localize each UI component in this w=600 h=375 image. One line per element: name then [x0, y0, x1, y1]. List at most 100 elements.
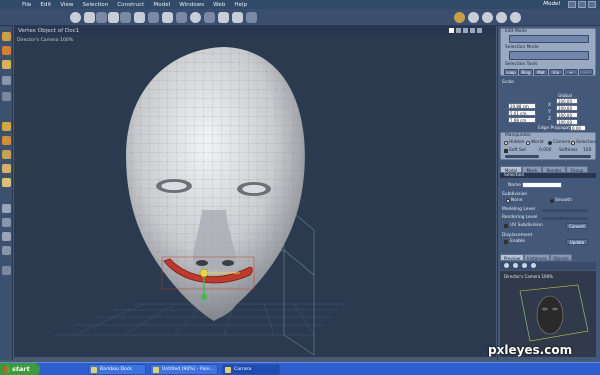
edge-propagation-field[interactable]: 0,00 — [570, 125, 586, 131]
zoom-icon[interactable] — [2, 232, 11, 241]
update-button[interactable]: Update — [566, 239, 588, 245]
size-y-field[interactable]: 5,01 cm — [508, 110, 536, 116]
preview-zoom-icon[interactable] — [522, 263, 527, 268]
tab-objects[interactable]: Objects — [550, 254, 572, 261]
eyedropper-icon[interactable] — [2, 266, 11, 275]
pan-icon[interactable] — [2, 218, 11, 227]
menu-selection[interactable]: Selection — [83, 2, 109, 8]
quad-view-icon[interactable] — [470, 28, 475, 33]
camera-tool-icon[interactable] — [134, 12, 145, 23]
shrink-button[interactable]: - — [579, 69, 593, 75]
edit-mode-buttons[interactable] — [509, 35, 589, 43]
hidden-radio[interactable] — [504, 141, 508, 145]
light-tool-icon[interactable] — [148, 12, 159, 23]
scale-tool-icon[interactable] — [2, 60, 11, 69]
sphere-tool-icon[interactable] — [70, 12, 81, 23]
task-bamboo-dock[interactable]: Bamboo Dock — [88, 364, 146, 375]
bend-tool-icon[interactable] — [2, 76, 11, 85]
task-label: Carrara — [234, 367, 252, 372]
scale-x-field[interactable]: 100,00 — [556, 105, 578, 111]
split-view-icon[interactable] — [456, 28, 461, 33]
camera-radio[interactable] — [548, 141, 552, 145]
triple-view-icon[interactable] — [463, 28, 468, 33]
3d-viewport[interactable]: Director's Camera 100% — [14, 35, 496, 357]
dolly-icon[interactable] — [2, 246, 11, 255]
rotate-tool-icon[interactable] — [2, 46, 11, 55]
mat-button[interactable]: Mat — [534, 69, 548, 75]
bevel-icon[interactable] — [2, 150, 11, 159]
tab-group[interactable]: Group — [566, 166, 588, 173]
shape-tool-icon[interactable] — [120, 12, 131, 23]
task-painter[interactable]: Untitled (90%) - Pain... — [150, 364, 218, 375]
wide-view-icon[interactable] — [477, 28, 482, 33]
uv-subdivision-checkbox[interactable] — [504, 224, 508, 228]
menu-file[interactable]: File — [22, 2, 31, 8]
selection-mode-buttons[interactable] — [509, 51, 589, 60]
preview-fit-icon[interactable] — [531, 263, 536, 268]
text-tool-icon[interactable] — [108, 12, 119, 23]
menu-construct[interactable]: Construct — [117, 2, 144, 8]
soft-sel-checkbox[interactable] — [504, 149, 508, 153]
maximize-icon[interactable] — [578, 1, 586, 8]
menu-help[interactable]: Help — [234, 2, 247, 8]
render-room-icon[interactable] — [510, 12, 521, 23]
scale-y-field[interactable]: 100,00 — [556, 112, 578, 118]
sub-smooth-radio[interactable] — [550, 199, 554, 203]
loop-button[interactable]: Loop — [504, 69, 518, 75]
soft-sel-slider[interactable] — [505, 155, 539, 158]
modeling-level-slider[interactable] — [542, 209, 588, 212]
clapper-tool-icon[interactable] — [246, 12, 257, 23]
twist-tool-icon[interactable] — [2, 92, 11, 101]
start-button[interactable]: start — [0, 363, 40, 375]
render-tool-icon[interactable] — [162, 12, 173, 23]
minimize-icon[interactable] — [568, 1, 576, 8]
model-room-icon[interactable] — [482, 12, 493, 23]
tab-mesh[interactable]: Mesh — [522, 166, 542, 173]
single-view-icon[interactable] — [449, 28, 454, 33]
tab-instances[interactable]: Instances — [524, 254, 550, 261]
tab-model[interactable]: Model — [500, 166, 522, 173]
close-icon[interactable] — [588, 1, 596, 8]
sub-none-radio[interactable] — [506, 199, 510, 203]
preview-pan-icon[interactable] — [513, 263, 518, 268]
tab-preview[interactable]: Preview — [500, 254, 524, 261]
pen-tool-icon[interactable] — [84, 12, 95, 23]
menu-edit[interactable]: Edit — [40, 2, 51, 8]
add-point-icon[interactable] — [2, 122, 11, 131]
primitive-tool-icon[interactable] — [204, 12, 215, 23]
enable-checkbox[interactable] — [504, 240, 508, 244]
figure-tool-icon[interactable] — [218, 12, 229, 23]
tab-render[interactable]: Render — [542, 166, 566, 173]
size-x-field[interactable]: 20,88 cm — [508, 103, 536, 109]
weld-icon[interactable] — [2, 178, 11, 187]
name-field[interactable] — [522, 182, 562, 188]
storyboard-room-icon[interactable] — [454, 12, 465, 23]
world-radio[interactable] — [526, 141, 530, 145]
knife-icon[interactable] — [2, 164, 11, 173]
selection-radio[interactable] — [571, 141, 575, 145]
menu-model[interactable]: Model — [153, 2, 170, 8]
grid-tool-icon[interactable] — [96, 12, 107, 23]
preview-rotate-icon[interactable] — [504, 263, 509, 268]
softness-slider[interactable] — [559, 155, 591, 158]
menu-web[interactable]: Web — [213, 2, 225, 8]
rendering-level-slider[interactable] — [542, 217, 588, 220]
size-z-field[interactable]: 7,98 cm — [508, 117, 536, 123]
menu-windows[interactable]: Windows — [179, 2, 204, 8]
scale-global-field[interactable]: 100,00 — [556, 98, 578, 104]
texture-room-icon[interactable] — [496, 12, 507, 23]
grow-button[interactable]: + — [564, 69, 578, 75]
inv-button[interactable]: Inv — [549, 69, 563, 75]
hand-tool-icon[interactable] — [232, 12, 243, 23]
camera-orbit-icon[interactable] — [2, 204, 11, 213]
globe-tool-icon[interactable] — [190, 12, 201, 23]
ring-button[interactable]: Ring — [519, 69, 533, 75]
move-tool-icon[interactable] — [2, 32, 11, 41]
soft-sel-value: 0,000 — [539, 148, 552, 153]
task-carrara[interactable]: Carrara — [222, 364, 280, 375]
assemble-room-icon[interactable] — [468, 12, 479, 23]
extrude-icon[interactable] — [2, 136, 11, 145]
convert-button[interactable]: Convert — [566, 223, 588, 229]
spline-tool-icon[interactable] — [176, 12, 187, 23]
menu-view[interactable]: View — [60, 2, 73, 8]
